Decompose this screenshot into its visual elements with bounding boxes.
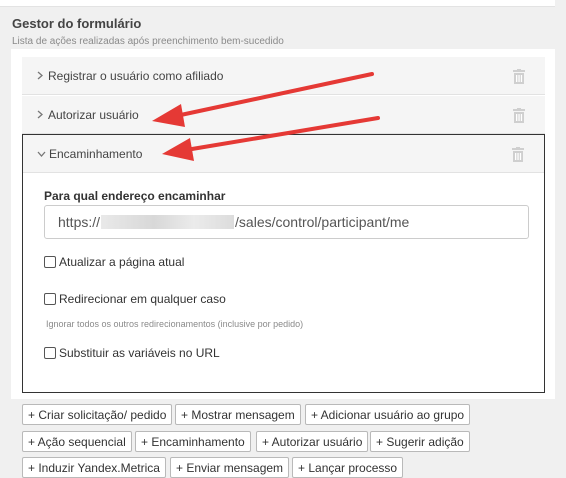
url-prefix: https:// bbox=[58, 214, 101, 230]
trash-icon[interactable] bbox=[512, 147, 524, 162]
add-create-request-button[interactable]: + Criar solicitação/ pedido bbox=[22, 404, 173, 425]
add-authorize-user-button[interactable]: + Autorizar usuário bbox=[256, 431, 369, 452]
add-redirect-button[interactable]: + Encaminhamento bbox=[135, 431, 251, 452]
chevron-right-icon bbox=[36, 71, 44, 81]
replace-vars-option[interactable]: Substituir as variáveis no URL bbox=[44, 346, 220, 360]
add-sequential-action-button[interactable]: + Ação sequencial bbox=[22, 431, 132, 452]
redirect-always-option[interactable]: Redirecionar em qualquer caso bbox=[44, 292, 226, 306]
redirect-url-input[interactable]: https:// /sales/control/participant/me bbox=[44, 205, 529, 239]
chevron-right-icon bbox=[36, 110, 44, 120]
add-user-to-group-button[interactable]: + Adicionar usuário ao grupo bbox=[305, 404, 471, 425]
action-item-authorize-user[interactable]: Autorizar usuário bbox=[22, 96, 545, 134]
replace-vars-checkbox[interactable] bbox=[44, 347, 56, 359]
refresh-page-label: Atualizar a página atual bbox=[59, 255, 185, 269]
action-item-redirect-expanded: Encaminhamento Para qual endereço encami… bbox=[22, 134, 545, 393]
replace-vars-label: Substituir as variáveis no URL bbox=[59, 346, 220, 360]
refresh-page-option[interactable]: Atualizar a página atual bbox=[44, 255, 184, 269]
redirect-url-label: Para qual endereço encaminhar bbox=[44, 189, 226, 203]
redirect-always-checkbox[interactable] bbox=[44, 293, 56, 305]
add-show-message-button[interactable]: + Mostrar mensagem bbox=[175, 404, 301, 425]
action-item-register-affiliate[interactable]: Registrar o usuário como afiliado bbox=[22, 57, 545, 95]
trash-icon[interactable] bbox=[513, 69, 525, 84]
add-suggest-addition-button[interactable]: + Sugerir adição bbox=[370, 431, 470, 452]
chevron-down-icon bbox=[37, 151, 47, 157]
action-item-label: Registrar o usuário como afiliado bbox=[48, 68, 224, 83]
url-redacted-segment bbox=[101, 215, 235, 229]
top-strip bbox=[0, 0, 555, 7]
action-item-label: Autorizar usuário bbox=[48, 107, 139, 122]
page-title: Gestor do formulário bbox=[12, 16, 142, 31]
url-suffix: /sales/control/participant/me bbox=[235, 214, 410, 230]
action-item-label: Encaminhamento bbox=[49, 146, 143, 161]
page-subtitle: Lista de ações realizadas após preenchim… bbox=[12, 36, 284, 47]
action-item-redirect-header[interactable]: Encaminhamento bbox=[23, 135, 544, 173]
trash-icon[interactable] bbox=[513, 108, 525, 123]
redirect-always-hint: Ignorar todos os outros redirecionamento… bbox=[46, 319, 304, 329]
redirect-always-label: Redirecionar em qualquer caso bbox=[59, 292, 226, 306]
refresh-page-checkbox[interactable] bbox=[44, 256, 56, 268]
